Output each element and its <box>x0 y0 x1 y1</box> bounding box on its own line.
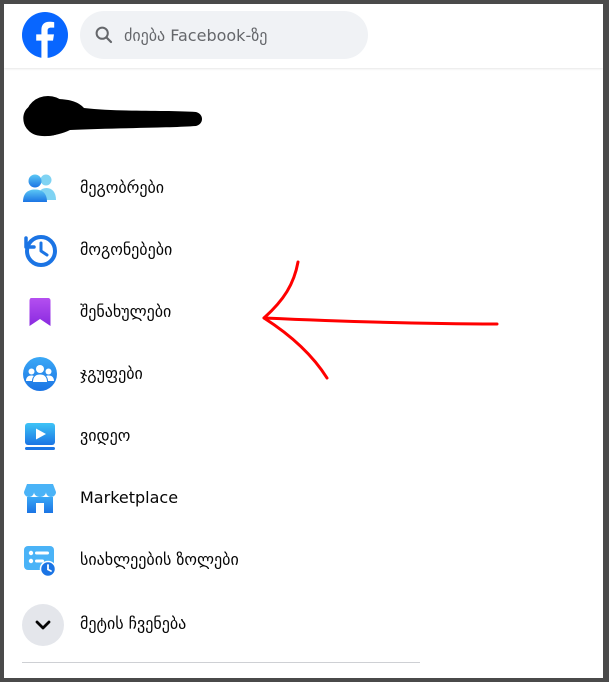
facebook-logo-icon[interactable] <box>22 12 68 58</box>
menu-item-see-more[interactable]: მეტის ჩვენება <box>14 596 414 652</box>
friends-icon <box>23 174 56 202</box>
search-bar[interactable] <box>80 11 368 59</box>
chevron-down-icon <box>35 620 51 630</box>
menu-divider <box>22 662 420 663</box>
memories-icon <box>24 235 57 267</box>
menu-item-groups[interactable]: ჯგუფები <box>14 346 414 402</box>
menu-item-marketplace[interactable]: Marketplace <box>14 470 414 526</box>
menu-item-video[interactable]: ვიდეო <box>14 408 414 464</box>
menu-item-label: მეტის ჩვენება <box>80 614 187 633</box>
menu-item-label: ვიდეო <box>80 426 131 445</box>
video-icon <box>25 423 55 450</box>
top-bar <box>4 4 603 68</box>
marketplace-icon <box>24 484 56 513</box>
menu-item-label: სიახლეების ზოლები <box>80 550 239 569</box>
search-icon <box>95 26 113 44</box>
saved-icon <box>29 298 51 326</box>
feeds-icon <box>24 546 57 578</box>
menu-item-friends[interactable]: მეგობრები <box>14 160 414 216</box>
menu-item-saved[interactable]: შენახულები <box>14 284 414 340</box>
menu-item-label: მოგონებები <box>80 240 173 259</box>
menu-item-label: ჯგუფები <box>80 364 143 383</box>
search-input[interactable] <box>118 11 354 59</box>
menu-item-feeds[interactable]: სიახლეების ზოლები <box>14 532 414 588</box>
redaction-scribble <box>23 96 203 137</box>
facebook-window: მეგობრები მოგონებები შენახულები <box>4 4 603 678</box>
menu-item-label: შენახულები <box>80 302 172 321</box>
profile-shortcut[interactable] <box>18 90 258 146</box>
see-more-circle <box>22 604 64 646</box>
menu-item-label: მეგობრები <box>80 178 165 197</box>
groups-icon <box>23 357 57 391</box>
menu-item-memories[interactable]: მოგონებები <box>14 222 414 278</box>
menu-item-label: Marketplace <box>80 488 179 507</box>
